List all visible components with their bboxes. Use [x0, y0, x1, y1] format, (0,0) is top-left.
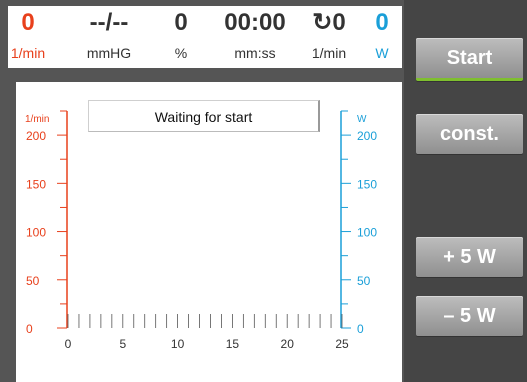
increase-power-button[interactable]: + 5 W	[416, 237, 523, 277]
left-axis-tick-label: 150	[26, 177, 46, 191]
x-axis-tick-label: 5	[119, 337, 126, 351]
heart-rate-unit: 1/min	[10, 45, 46, 61]
left-axis-tick-label: 50	[26, 274, 40, 288]
chart-panel: Waiting for start 1/min W 0 50 100 150 200 0 50 1…	[16, 82, 402, 382]
blood-pressure-value: --/--	[89, 9, 129, 36]
left-axis-tick-label: 0	[26, 322, 33, 336]
saturation-readout: 0 %	[168, 6, 194, 68]
main-frame: 0 1/min --/-- mmHG 0 % 00:00 mm:ss ↻0 1/…	[0, 0, 404, 382]
left-axis-label: 1/min	[25, 114, 49, 125]
right-axis-tick-label: 150	[357, 177, 377, 191]
decrease-power-button[interactable]: – 5 W	[416, 296, 523, 336]
left-axis-tick-label: 100	[26, 226, 46, 240]
right-axis-tick-label: 50	[357, 274, 371, 288]
right-axis-tick-label: 0	[357, 322, 364, 336]
elapsed-time-readout: 00:00 mm:ss	[215, 6, 295, 68]
cadence-unit: 1/min	[311, 45, 347, 61]
x-axis-tick-label: 20	[281, 337, 295, 351]
start-button[interactable]: Start	[416, 38, 523, 81]
elapsed-time-unit: mm:ss	[234, 45, 276, 61]
blood-pressure-readout: --/-- mmHG	[82, 6, 136, 68]
saturation-value: 0	[174, 9, 188, 36]
status-bar: 0 1/min --/-- mmHG 0 % 00:00 mm:ss ↻0 1/…	[8, 6, 402, 68]
right-axis-label: W	[357, 114, 367, 125]
x-axis-tick-label: 10	[171, 337, 185, 351]
saturation-unit: %	[174, 45, 188, 61]
cadence-readout: ↻0 1/min	[304, 6, 354, 68]
power-readout: 0 W	[370, 6, 394, 68]
right-axis-tick-label: 100	[357, 226, 377, 240]
x-axis-tick-label: 15	[226, 337, 240, 351]
blood-pressure-unit: mmHG	[86, 45, 132, 61]
cadence-value: ↻0	[312, 9, 346, 36]
sidebar: Start const. + 5 W – 5 W	[404, 0, 527, 382]
x-axis-tick-label: 25	[335, 337, 349, 351]
constant-mode-button[interactable]: const.	[416, 114, 523, 154]
elapsed-time-value: 00:00	[224, 9, 286, 36]
chart: 1/min W 0 50 100 150 200 0 50 100 150 200 0 5 10 15 20 25	[25, 110, 377, 351]
power-value: 0	[375, 9, 389, 36]
heart-rate-readout: 0 1/min	[8, 6, 48, 68]
right-axis-tick-label: 200	[357, 129, 377, 143]
heart-rate-value: 0	[21, 9, 35, 36]
power-unit: W	[375, 45, 389, 61]
x-axis-tick-label: 0	[65, 337, 72, 351]
left-axis-tick-label: 200	[26, 129, 46, 143]
